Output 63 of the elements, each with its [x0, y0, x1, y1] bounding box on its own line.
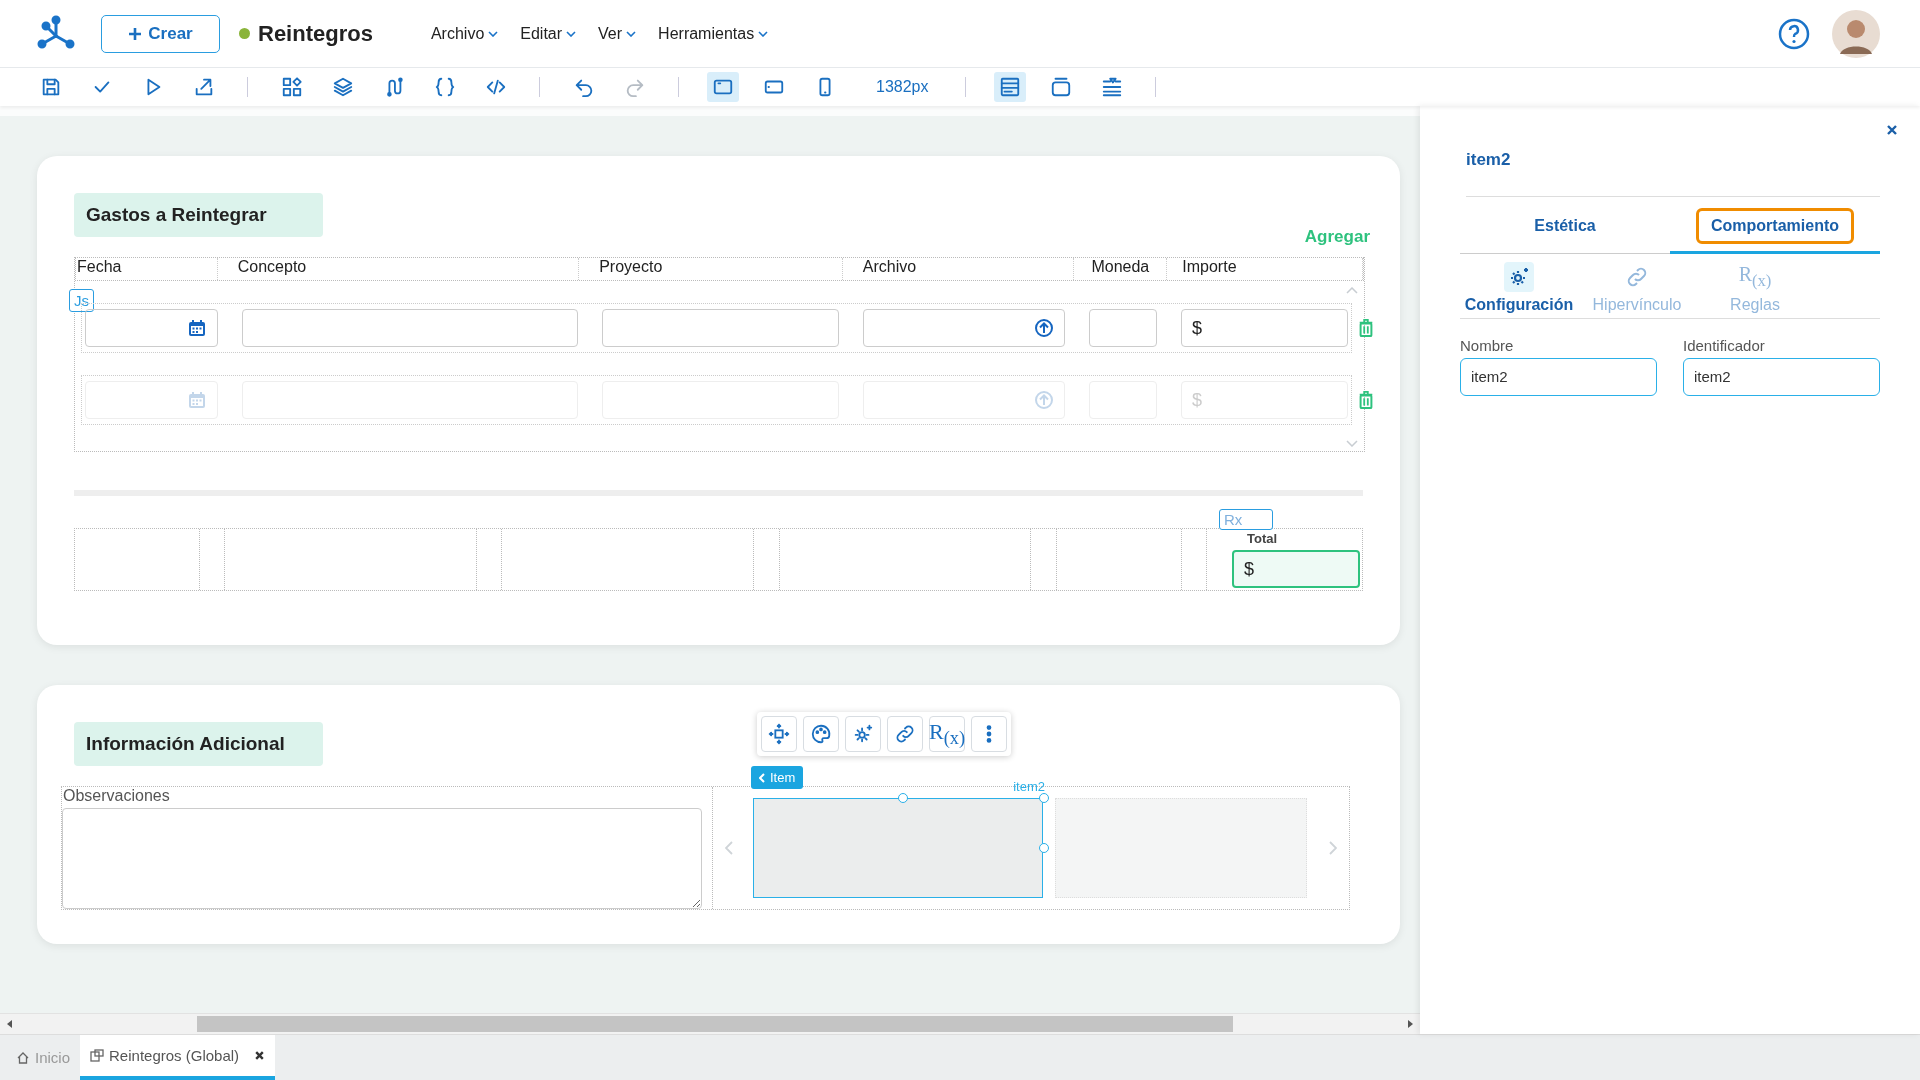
layout-icon[interactable]	[993, 72, 1026, 102]
item-label: item2	[1013, 779, 1045, 794]
column-header: Importe	[1167, 258, 1363, 280]
scroll-right-icon[interactable]	[1407, 1020, 1413, 1028]
menu-item[interactable]: Editar	[520, 24, 577, 43]
horizontal-scrollbar[interactable]	[0, 1013, 1420, 1034]
subtab[interactable]: Configuración	[1460, 253, 1578, 314]
text-field[interactable]: item2	[1460, 357, 1657, 396]
calendar-icon[interactable]	[187, 318, 208, 338]
column-header: Concepto	[217, 258, 580, 280]
gear-icon[interactable]	[845, 716, 881, 752]
concept-field[interactable]	[242, 309, 579, 347]
resize-handle[interactable]	[898, 793, 908, 803]
file-field[interactable]	[863, 309, 1066, 347]
width-label: 1382px	[876, 78, 929, 96]
palette-icon[interactable]	[803, 716, 839, 752]
desktop-icon[interactable]	[707, 72, 739, 102]
observations-field[interactable]	[62, 808, 702, 909]
amount-field[interactable]: $	[1180, 309, 1348, 347]
currency-field[interactable]	[1089, 309, 1157, 347]
move-icon[interactable]	[761, 716, 797, 752]
help-icon[interactable]	[1778, 17, 1810, 50]
field-label: Observaciones	[63, 787, 171, 805]
windows-icon	[90, 1048, 105, 1063]
link-icon[interactable]	[887, 716, 923, 752]
chevron-down-icon	[566, 30, 577, 37]
menu-item[interactable]: Herramientas	[658, 24, 769, 43]
tab[interactable]: Estética	[1460, 201, 1670, 251]
close-icon[interactable]	[254, 1050, 266, 1061]
field-label: Nombre	[1460, 336, 1515, 354]
date-field[interactable]	[85, 309, 219, 347]
text-field[interactable]: item2	[1683, 357, 1880, 396]
chevron-down-icon	[626, 30, 637, 37]
document-tab[interactable]: Reintegros (Global)	[80, 1035, 276, 1080]
scroll-left-icon[interactable]	[7, 1020, 13, 1028]
section-title: Información Adicional	[74, 722, 323, 766]
home-icon	[16, 1050, 30, 1065]
menu-item[interactable]: Archivo	[430, 24, 499, 43]
form-title: Reintegros	[258, 20, 373, 47]
chevron-down-icon	[758, 30, 769, 37]
field-label: Identificador	[1683, 336, 1766, 354]
panel-title: item2	[1466, 150, 1880, 197]
create-button[interactable]: Crear	[101, 14, 220, 53]
avatar[interactable]	[1832, 9, 1880, 58]
column-header: Fecha	[76, 258, 218, 280]
close-icon[interactable]	[1886, 124, 1898, 136]
more-icon[interactable]	[971, 716, 1007, 752]
resize-handle[interactable]	[1039, 793, 1049, 803]
project-field[interactable]	[602, 309, 840, 347]
total-label: Total	[1247, 531, 1278, 546]
chevron-left-icon	[759, 772, 765, 783]
status-dot-icon	[239, 28, 250, 39]
column-header: Moneda	[1074, 258, 1168, 280]
upload-icon[interactable]	[1034, 318, 1055, 338]
resize-handle[interactable]	[1039, 843, 1049, 853]
rules-button[interactable]: R$_{(x)}$	[929, 716, 965, 752]
chevron-down-icon	[488, 30, 499, 37]
section-title: Gastos a Reintegrar	[74, 193, 323, 237]
column-header: Archivo	[842, 258, 1075, 280]
total-field[interactable]: $	[1232, 550, 1360, 588]
plus-icon	[128, 26, 143, 41]
column-header: Proyecto	[579, 258, 843, 280]
menu-item[interactable]: Ver	[598, 24, 637, 43]
